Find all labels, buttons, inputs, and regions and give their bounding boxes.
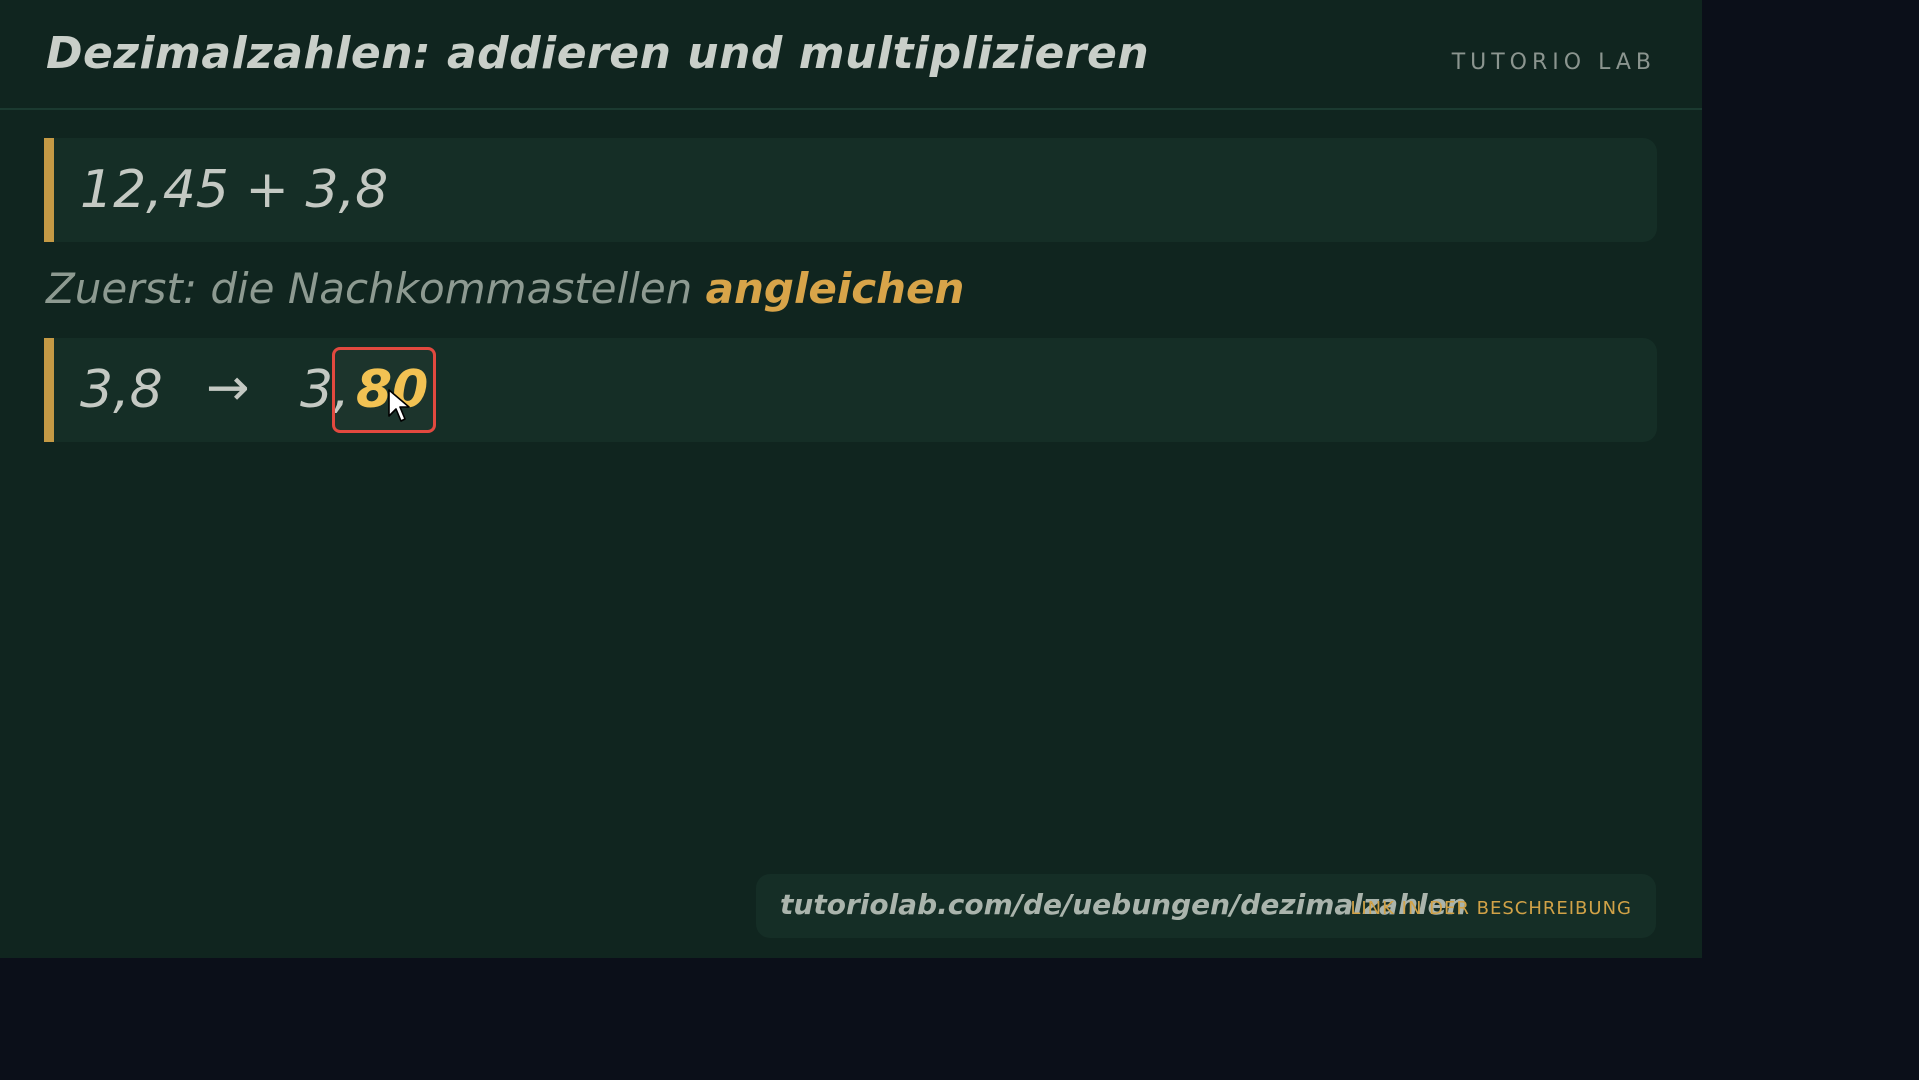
problem-expression: 12,45 + 3,8 xyxy=(80,160,389,220)
footer-link-pill[interactable]: tutoriolab.com/de/uebungen/dezimalzahlen… xyxy=(756,874,1656,938)
mouse-pointer-icon xyxy=(388,389,410,422)
problem-box: 12,45 + 3,8 xyxy=(44,138,1657,242)
brand-label: TUTORIO LAB xyxy=(1451,50,1656,75)
instruction-text: Zuerst: die Nachkommastellen angleichen xyxy=(46,264,964,313)
arrow-right-icon: → xyxy=(206,358,250,418)
page-title: Dezimalzahlen: addieren und multiplizier… xyxy=(46,28,1150,79)
footer-note: LINK IN DER BESCHREIBUNG xyxy=(1350,898,1632,919)
header-bar: Dezimalzahlen: addieren und multiplizier… xyxy=(0,0,1702,110)
lesson-board: Dezimalzahlen: addieren und multiplizier… xyxy=(0,0,1702,958)
highlight-focus-box[interactable] xyxy=(332,347,436,433)
step-before-value: 3,8 xyxy=(80,360,163,420)
step-box: 3,8 → 3, 80 xyxy=(44,338,1657,442)
instruction-highlight: angleichen xyxy=(705,264,965,313)
instruction-lead: Zuerst: die Nachkommastellen xyxy=(46,264,706,313)
